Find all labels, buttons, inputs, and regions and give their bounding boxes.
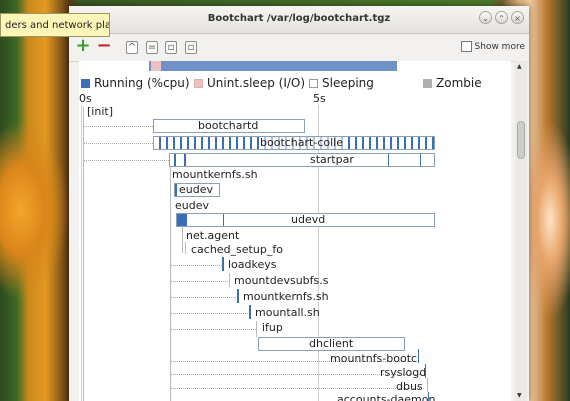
proc-loadkeys[interactable]: loadkeys <box>228 259 277 271</box>
title-bar[interactable]: Bootchart /var/log/bootchart.tgz ⌄ ⌃ × <box>69 6 529 34</box>
scroll-up-icon[interactable]: ▲ <box>517 63 522 70</box>
tree-line <box>256 321 257 337</box>
cpu-slice <box>222 257 224 271</box>
proc-label: bootchartd <box>198 119 259 132</box>
wallpaper-flower-left <box>0 120 70 300</box>
proc-mountkernfs[interactable]: mountkernfs.sh <box>172 169 258 181</box>
tree-dash <box>83 160 169 161</box>
zoom-width-icon[interactable]: = <box>146 41 158 54</box>
legend-unint: Unint.sleep (I/O) <box>194 76 305 90</box>
tick-0s: 0s <box>79 92 92 105</box>
tree-dash <box>83 143 153 144</box>
cpu-slice <box>223 214 224 226</box>
tree-dash <box>170 297 236 298</box>
scrollbar-thumb[interactable] <box>517 121 525 159</box>
zoom-in-icon[interactable]: + <box>75 37 91 55</box>
cpu-slice <box>249 305 251 319</box>
proc-mountall[interactable]: mountall.sh <box>255 307 320 319</box>
cpu-slice <box>425 364 426 378</box>
checkbox-icon[interactable] <box>460 41 472 52</box>
close-button[interactable]: × <box>511 11 524 24</box>
tree-dash <box>170 313 248 314</box>
scroll-down-icon[interactable]: ▼ <box>517 392 522 399</box>
page-icon[interactable]: ▫ <box>185 41 197 54</box>
legend-sleeping: Sleeping <box>309 76 374 90</box>
tree-line <box>182 227 183 253</box>
unint-swatch <box>194 79 203 88</box>
proc-bootchartd[interactable]: bootchartd <box>153 119 305 133</box>
gridline <box>81 105 82 401</box>
proc-label: bootchart-colle <box>260 136 343 149</box>
proc-label: dhclient <box>309 337 354 350</box>
proc-label: eudev <box>179 183 213 196</box>
cpu-slice <box>174 154 176 166</box>
proc-dbus[interactable]: dbus <box>396 381 423 393</box>
proc-mountdevsubfs[interactable]: mountdevsubfs.s <box>234 275 328 287</box>
legend-sleeping-label: Sleeping <box>322 76 374 90</box>
proc-init[interactable]: [init] <box>87 106 113 118</box>
running-swatch <box>81 79 90 88</box>
proc-cached-setup[interactable]: cached_setup_fo <box>191 244 283 256</box>
tree-line <box>185 242 186 254</box>
vertical-scrollbar[interactable]: ▲ ▼ <box>515 61 527 401</box>
cpu-strip <box>79 61 511 73</box>
tree-line <box>427 378 428 392</box>
legend-unint-label: Unint.sleep (I/O) <box>207 76 306 90</box>
proc-mountnfs[interactable]: mountnfs-bootcl <box>330 353 420 365</box>
tooltip: ders and network places <box>0 13 110 37</box>
cpu-slice <box>428 392 429 401</box>
io-usage-bar <box>151 61 161 71</box>
proc-ifup[interactable]: ifup <box>262 322 283 334</box>
tree-dash <box>170 265 222 266</box>
proc-label: udevd <box>291 213 326 226</box>
proc-eudev-1[interactable]: eudev <box>174 183 220 197</box>
minimize-button[interactable]: ⌄ <box>479 11 492 24</box>
proc-udevd[interactable]: udevd <box>176 213 435 227</box>
tree-line <box>229 273 230 287</box>
toolbar: + − ^ = ▫ ▫ Show more <box>69 34 529 62</box>
proc-accounts-daemon[interactable]: accounts-daemon <box>337 394 435 401</box>
legend-running: Running (%cpu) <box>81 76 190 90</box>
bootchart-window: Bootchart /var/log/bootchart.tgz ⌄ ⌃ × +… <box>69 6 529 401</box>
show-more-checkbox[interactable]: Show more <box>460 41 525 52</box>
legend-zombie-label: Zombie <box>436 76 482 90</box>
legend-running-label: Running (%cpu) <box>94 76 190 90</box>
tree-line <box>83 107 84 401</box>
tree-dash <box>170 281 228 282</box>
tree-dash <box>83 126 153 127</box>
cpu-slice <box>184 154 186 166</box>
cpu-usage-bar <box>149 61 397 71</box>
cpu-slice <box>418 349 419 363</box>
proc-mountkernfs-2[interactable]: mountkernfs.sh <box>243 291 329 303</box>
proc-bootchart-colle[interactable]: bootchart-colle <box>153 136 435 150</box>
cpu-slice <box>175 184 177 196</box>
legend-zombie: Zombie <box>423 76 482 90</box>
tree-dash <box>170 329 256 330</box>
tree-line <box>170 167 171 401</box>
zoom-100-icon[interactable]: ▫ <box>165 41 177 54</box>
proc-label: startpar <box>310 153 354 166</box>
proc-net-agent[interactable]: net.agent <box>186 230 239 242</box>
proc-dhclient[interactable]: dhclient <box>258 337 405 351</box>
cpu-slice <box>420 154 421 166</box>
cpu-slice <box>237 289 239 303</box>
bootchart-canvas[interactable]: Running (%cpu) Unint.sleep (I/O) Sleepin… <box>79 61 511 401</box>
cpu-slice <box>388 154 389 166</box>
tick-5s: 5s <box>313 92 326 105</box>
proc-startpar[interactable]: startpar <box>169 153 435 167</box>
show-more-label: Show more <box>474 42 525 52</box>
zoom-fit-icon[interactable]: ^ <box>126 41 138 54</box>
proc-eudev-2[interactable]: eudev <box>175 200 209 212</box>
zombie-swatch <box>423 79 432 88</box>
maximize-button[interactable]: ⌃ <box>495 11 508 24</box>
window-title: Bootchart /var/log/bootchart.tgz <box>207 13 391 24</box>
tree-dash <box>170 388 424 389</box>
zoom-out-icon[interactable]: − <box>96 37 112 55</box>
proc-rsyslogd[interactable]: rsyslogd <box>380 367 426 379</box>
cpu-slice <box>177 214 187 226</box>
sleeping-swatch <box>309 79 318 88</box>
